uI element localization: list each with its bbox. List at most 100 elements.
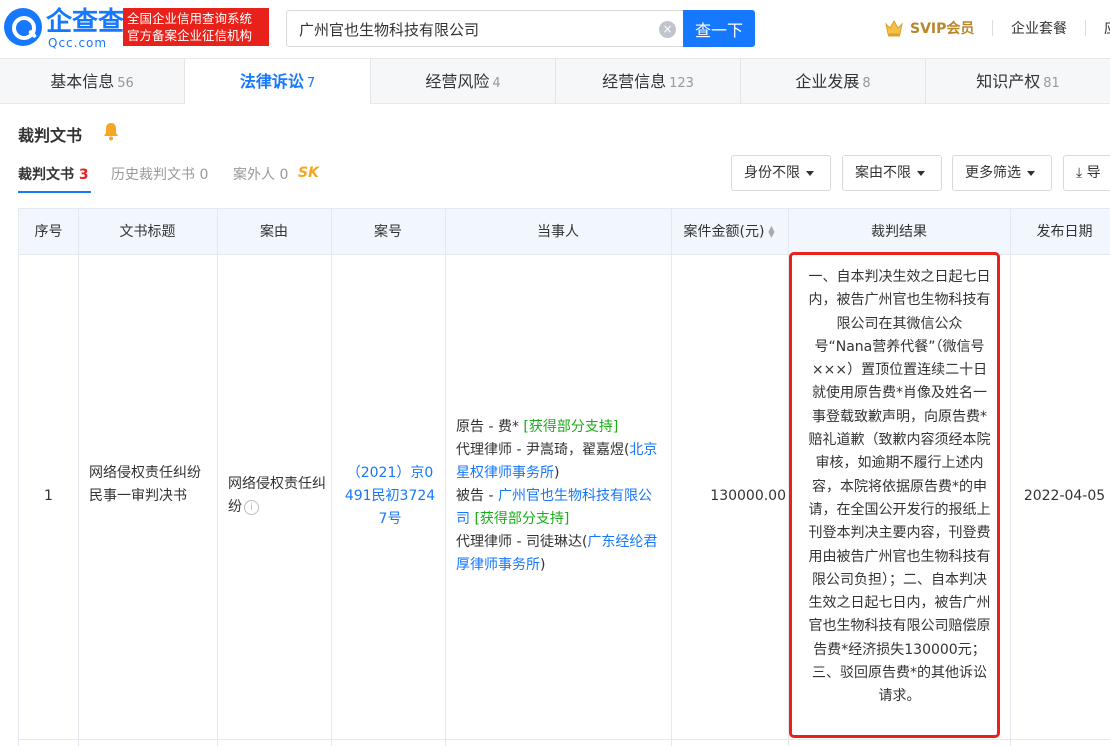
row-index: 1	[44, 488, 53, 504]
tab-count: 56	[117, 76, 134, 91]
tab-label: 经营信息	[602, 72, 667, 91]
tab-development[interactable]: 企业发展 8	[741, 59, 926, 104]
tab-basic-info[interactable]: 基本信息 56	[0, 59, 185, 104]
col-header-date: 发布日期	[1036, 224, 1093, 240]
col-header-case-no: 案号	[374, 224, 402, 240]
plaintiff-line: 原告 - 费* [获得部分支持]	[456, 416, 662, 439]
case-number-link[interactable]: （2021）京0491民初37247号	[344, 462, 436, 531]
parties-cell: 原告 - 费* [获得部分支持] 代理律师 - 尹嵩琦，翟嘉煜(北京星权律师事务…	[456, 416, 662, 577]
tab-label: 法律诉讼	[239, 72, 304, 91]
tab-count: 4	[492, 76, 501, 91]
defendant-label: 被告 -	[456, 488, 498, 504]
sk-badge-icon: SK	[298, 165, 319, 181]
qcc-logo[interactable]: 企查查 Qcc.com	[4, 8, 124, 50]
bell-icon[interactable]	[101, 120, 121, 142]
search-input[interactable]	[299, 17, 649, 41]
subtab-count: 3	[78, 167, 89, 183]
tab-label: 经营风险	[425, 72, 490, 91]
svip-label: SVIP会员	[910, 21, 975, 37]
identity-filter-dropdown[interactable]: 身份不限	[731, 155, 831, 191]
svip-link[interactable]: SVIP会员	[884, 16, 974, 40]
case-cause: 网络侵权责任纠纷 i	[228, 473, 328, 519]
column-divider	[671, 209, 672, 746]
active-subtab-underline	[18, 191, 91, 193]
filter-label: 更多筛选	[965, 165, 1021, 181]
caret-down-icon	[1027, 170, 1035, 176]
crown-icon	[885, 19, 903, 37]
tab-count: 123	[669, 76, 694, 91]
top-more-link[interactable]: 应	[1104, 18, 1110, 38]
defendant-outcome-tag: [获得部分支持]	[474, 511, 570, 527]
tab-label: 基本信息	[50, 72, 115, 91]
agent-text: 代理律师 - 尹嵩琦，翟嘉煜(	[456, 442, 630, 458]
column-divider	[217, 209, 218, 746]
section-title: 裁判文书	[18, 126, 83, 145]
more-filter-dropdown[interactable]: 更多筛选	[952, 155, 1052, 191]
tab-label: 企业发展	[795, 72, 860, 91]
publish-date: 2022-04-05	[1023, 488, 1106, 504]
tab-label: 知识产权	[976, 72, 1041, 91]
tab-count: 81	[1043, 76, 1060, 91]
caret-down-icon	[806, 170, 814, 176]
tab-legal-litigation[interactable]: 法律诉讼 7	[185, 59, 371, 104]
caret-down-icon	[917, 170, 925, 176]
agent-text: 代理律师 - 司徒琳达(	[456, 534, 588, 550]
cause-filter-dropdown[interactable]: 案由不限	[842, 155, 942, 191]
plaintiff-outcome-tag: [获得部分支持]	[523, 419, 619, 435]
logo-search-icon	[4, 8, 42, 46]
subtab-judgments[interactable]: 裁判文书 3	[18, 164, 89, 184]
subtab-count: 0	[199, 167, 209, 183]
highlight-annotation-box	[789, 252, 1000, 738]
subtab-label: 历史裁判文书	[111, 167, 195, 183]
subtab-label: 裁判文书	[18, 167, 74, 183]
col-header-title: 文书标题	[119, 224, 176, 240]
slogan-badge: 全国企业信用查询系统 官方备案企业征信机构	[123, 8, 269, 46]
agent-close: )	[554, 465, 560, 481]
filter-label: 身份不限	[744, 165, 800, 181]
row-divider	[19, 739, 1110, 740]
col-header-amount[interactable]: 案件金额(元) ▲ ▼	[671, 209, 788, 255]
col-header-result: 裁判结果	[871, 224, 927, 240]
tab-business-info[interactable]: 经营信息 123	[556, 59, 741, 104]
subtab-count: 0	[279, 167, 289, 183]
column-divider	[78, 209, 79, 746]
document-title[interactable]: 网络侵权责任纠纷民事一审判决书	[89, 462, 207, 508]
export-button[interactable]: ⤓ 导	[1063, 155, 1110, 191]
col-header-cause: 案由	[260, 224, 288, 240]
logo-domain: Qcc.com	[48, 36, 108, 50]
tab-intellectual-property[interactable]: 知识产权 81	[926, 59, 1110, 104]
slogan-line-2: 官方备案企业征信机构	[127, 28, 253, 43]
plaintiff-agent-line: 代理律师 - 尹嵩琦，翟嘉煜(北京星权律师事务所)	[456, 439, 662, 485]
col-header-index: 序号	[34, 224, 63, 240]
tab-count: 7	[306, 76, 316, 91]
filter-label: 案由不限	[855, 165, 911, 181]
sort-icon[interactable]: ▲ ▼	[767, 225, 775, 239]
download-icon: ⤓	[1076, 165, 1083, 181]
enterprise-package-link[interactable]: 企业套餐	[1011, 18, 1067, 38]
clear-icon[interactable]: ×	[659, 21, 676, 38]
search-box: ×	[286, 10, 684, 47]
export-label: 导	[1086, 165, 1101, 181]
case-amount: 130000.00	[710, 488, 786, 504]
top-bar: 企查查 Qcc.com 全国企业信用查询系统 官方备案企业征信机构 × 查一下 …	[0, 0, 1110, 58]
table-header: 序号 文书标题 案由 案号 当事人 案件金额(元) ▲ ▼ 裁判结果 发布日期	[19, 209, 1110, 255]
defendant-line: 被告 - 广州官也生物科技有限公司 [获得部分支持]	[456, 485, 662, 531]
col-header-parties: 当事人	[537, 224, 579, 240]
logo-name: 企查查	[46, 7, 125, 37]
slogan-line-1: 全国企业信用查询系统	[127, 11, 253, 26]
subtab-label: 案外人	[233, 167, 275, 183]
column-divider	[1010, 209, 1011, 746]
info-icon[interactable]: i	[244, 499, 259, 515]
defendant-agent-line: 代理律师 - 司徒琳达(广东经纶君厚律师事务所)	[456, 531, 662, 577]
plaintiff-text: 原告 - 费*	[456, 419, 519, 435]
column-divider	[445, 209, 446, 746]
divider	[992, 20, 993, 36]
divider	[1085, 20, 1086, 36]
tab-operational-risk[interactable]: 经营风险 4	[371, 59, 556, 104]
case-cause-text: 网络侵权责任纠纷	[228, 476, 326, 515]
subtab-outsider[interactable]: 案外人 0	[233, 164, 288, 184]
subtab-history-judgments[interactable]: 历史裁判文书 0	[111, 164, 208, 184]
agent-close: )	[540, 557, 546, 573]
tab-count: 8	[862, 76, 871, 91]
search-button[interactable]: 查一下	[683, 10, 755, 47]
